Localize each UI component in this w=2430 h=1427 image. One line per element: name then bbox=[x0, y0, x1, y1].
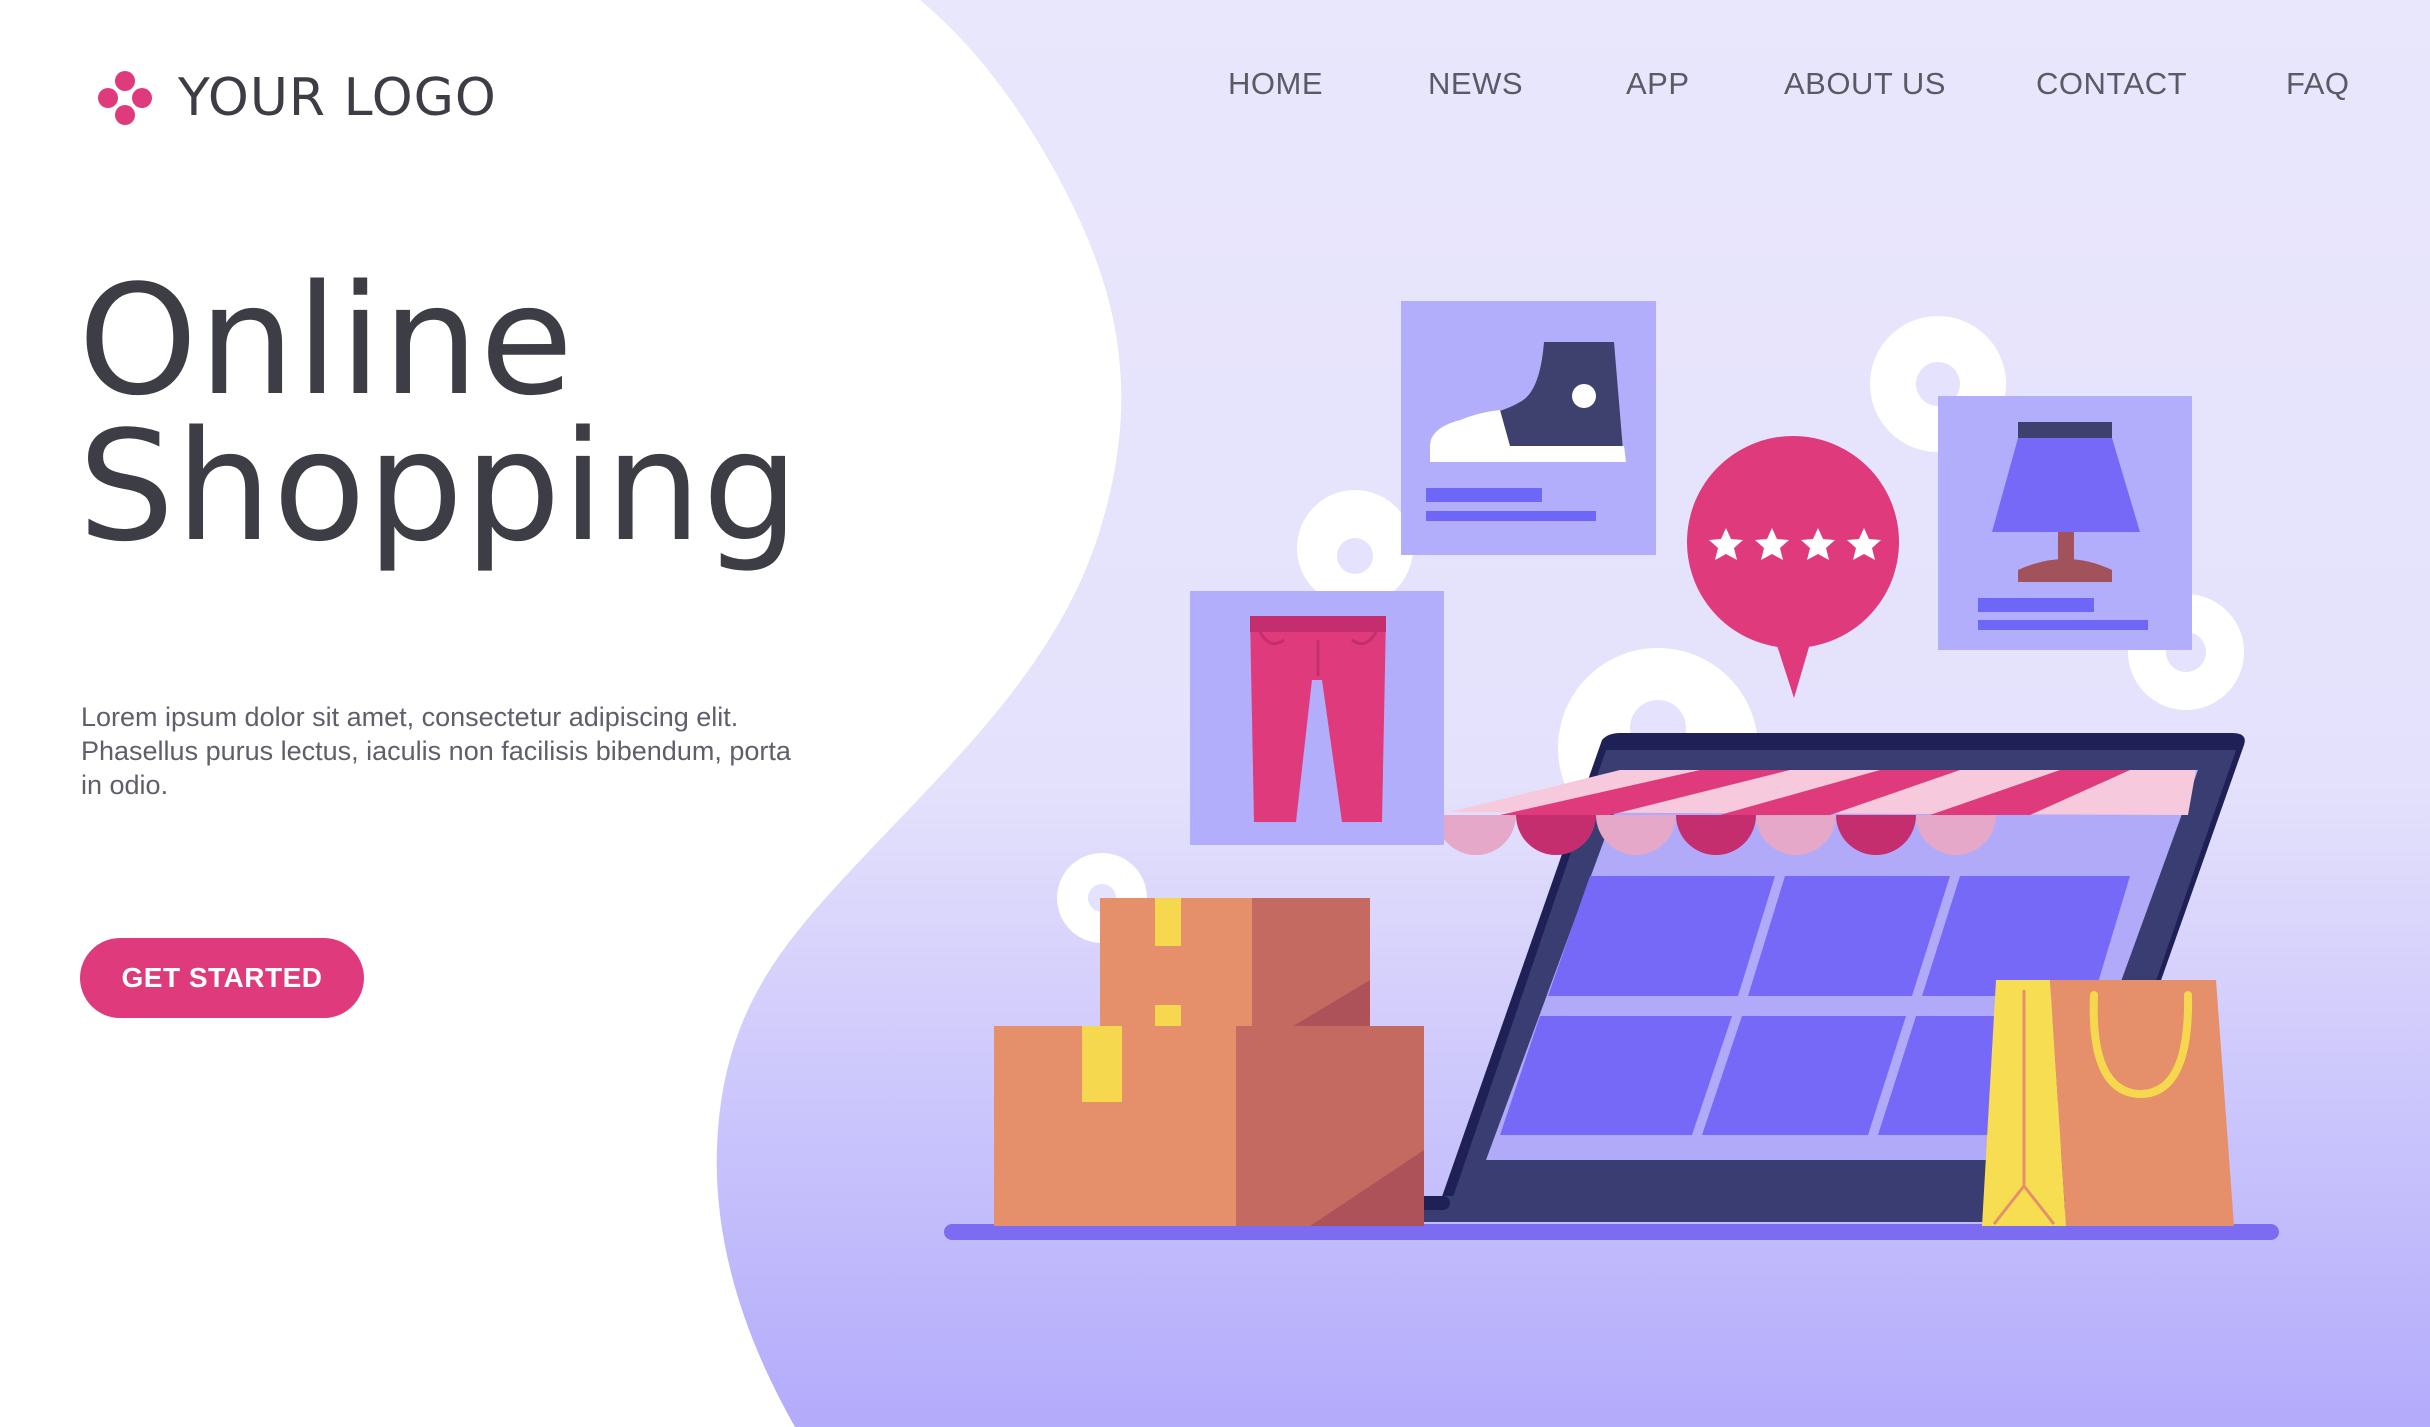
logo[interactable]: YOUR LOGO bbox=[96, 68, 497, 128]
sneaker-card bbox=[1401, 301, 1656, 555]
floor-line bbox=[944, 1224, 2279, 1240]
hero-title-line-1: Online bbox=[78, 252, 575, 429]
nav-contact[interactable]: CONTACT bbox=[2036, 66, 2187, 114]
four-dot-flower-icon bbox=[98, 71, 152, 125]
nav-app[interactable]: APP bbox=[1626, 66, 1690, 114]
nav-faq[interactable]: FAQ bbox=[2286, 66, 2350, 114]
pants-card bbox=[1190, 591, 1444, 845]
nav-news[interactable]: NEWS bbox=[1428, 66, 1523, 114]
shopping-bag bbox=[1982, 980, 2234, 1226]
get-started-button[interactable]: GET STARTED bbox=[80, 938, 364, 1018]
lamp-card bbox=[1938, 396, 2192, 650]
hero-title-line-2: Shopping bbox=[78, 398, 800, 575]
nav-home[interactable]: HOME bbox=[1228, 66, 1323, 114]
hero-title: Online Shopping bbox=[78, 252, 800, 575]
logo-text: YOUR LOGO bbox=[178, 68, 497, 128]
nav-about-us[interactable]: ABOUT US bbox=[1784, 66, 1946, 114]
hero-description: Lorem ipsum dolor sit amet, consectetur … bbox=[81, 702, 791, 800]
